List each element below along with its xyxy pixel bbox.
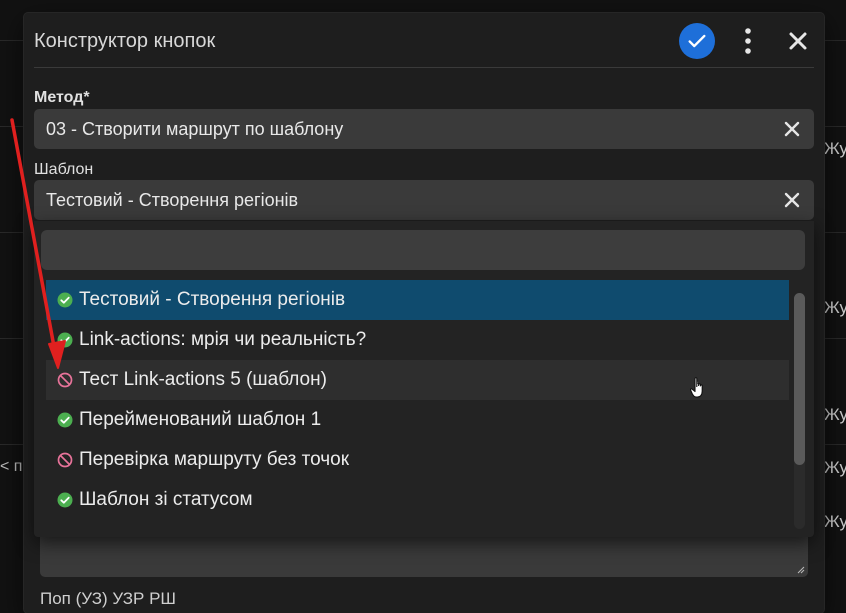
button-constructor-dialog: Конструктор кнопок Метод* 03 - Створити … — [24, 13, 824, 613]
check-icon — [688, 34, 706, 48]
block-icon — [57, 452, 73, 468]
check-circle-icon — [57, 292, 73, 308]
template-option[interactable]: Тест Link-actions 5 (шаблон) — [46, 360, 789, 400]
hand-cursor-icon — [690, 377, 703, 398]
template-search-input[interactable] — [41, 230, 805, 270]
template-select[interactable]: Тестовий - Створення регіонів — [34, 180, 814, 220]
below-field-label: Поп (УЗ) УЗР РШ — [40, 589, 177, 608]
option-label: Link-actions: мрія чи реальність? — [79, 329, 367, 350]
bg-cell-label: Жу — [824, 405, 846, 424]
header-divider — [34, 67, 814, 68]
dialog-title: Конструктор кнопок — [34, 30, 216, 52]
template-clear-button[interactable] — [782, 190, 802, 210]
resize-handle-icon[interactable] — [797, 566, 805, 574]
check-circle-icon — [57, 492, 73, 508]
clear-icon — [784, 192, 800, 208]
confirm-button[interactable] — [679, 23, 715, 59]
dialog-header: Конструктор кнопок — [24, 13, 824, 69]
bg-cell-label: Жу — [824, 298, 846, 317]
check-circle-icon — [57, 412, 73, 428]
option-label: Шаблон зі статусом — [79, 489, 253, 510]
option-label: Тест Link-actions 5 (шаблон) — [79, 369, 327, 390]
block-icon — [57, 372, 73, 388]
template-option[interactable]: Перейменований шаблон 1 — [46, 400, 789, 440]
template-option[interactable]: Тестовий - Створення регіонів — [46, 280, 789, 320]
template-option[interactable]: Link-actions: мрія чи реальність? — [46, 320, 789, 360]
option-label: Тестовий - Створення регіонів — [79, 289, 346, 310]
more-options-button[interactable] — [737, 26, 759, 56]
close-button[interactable] — [784, 27, 812, 55]
dropdown-scrollbar[interactable] — [794, 293, 805, 529]
method-select[interactable]: 03 - Створити маршрут по шаблону — [34, 109, 814, 149]
bg-cell-label: Жу — [824, 458, 846, 477]
option-label: Перейменований шаблон 1 — [79, 409, 322, 430]
bg-cell-label: Жу — [824, 512, 846, 531]
template-label: Шаблон — [34, 161, 94, 178]
more-vert-icon — [745, 28, 751, 54]
check-circle-icon — [57, 332, 73, 348]
method-value: 03 - Створити маршрут по шаблону — [46, 119, 344, 139]
template-option[interactable]: Шаблон зі статусом — [46, 480, 789, 520]
close-icon — [789, 32, 807, 50]
method-label: Метод* — [34, 89, 90, 106]
template-option[interactable]: Перевірка маршруту без точок — [46, 440, 789, 480]
option-label: Перевірка маршруту без точок — [79, 449, 350, 470]
clear-icon — [784, 121, 800, 137]
template-value: Тестовий - Створення регіонів — [46, 190, 299, 210]
scrollbar-thumb[interactable] — [794, 293, 805, 465]
method-clear-button[interactable] — [782, 119, 802, 139]
bg-cell-label: Жу — [824, 139, 846, 158]
description-textarea[interactable] — [40, 535, 808, 577]
